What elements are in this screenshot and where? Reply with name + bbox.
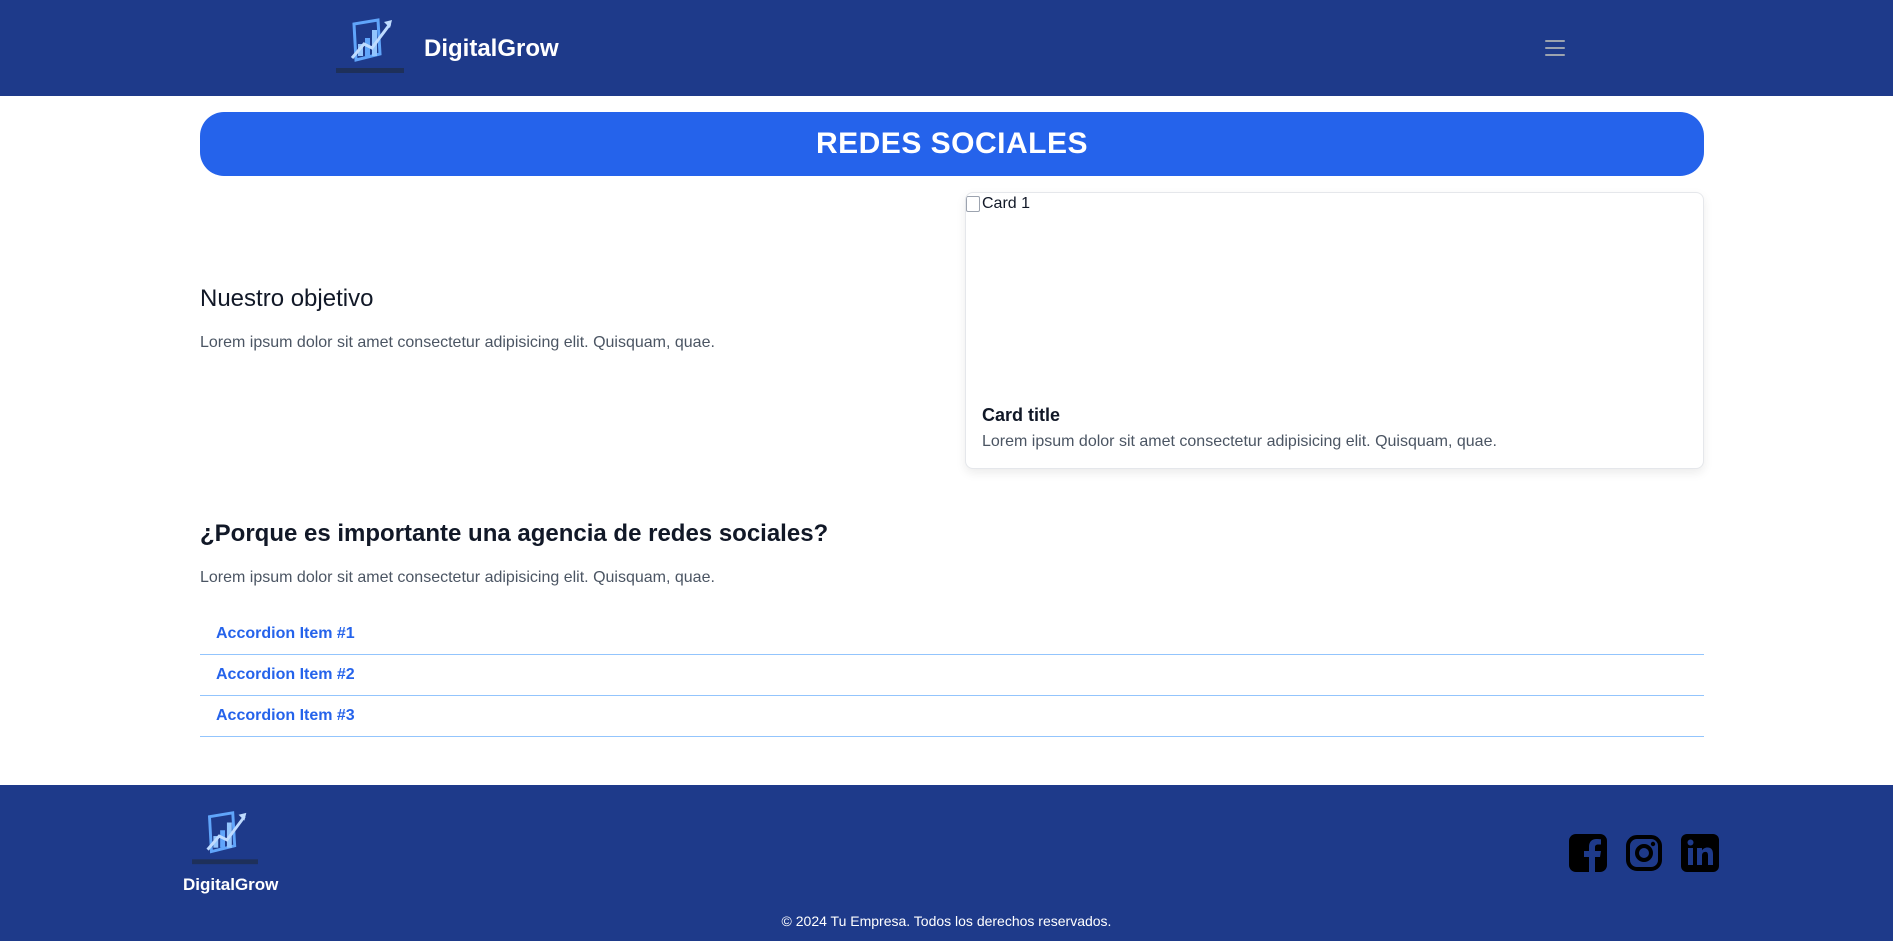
accordion-item-1[interactable]: Accordion Item #1: [200, 614, 1704, 655]
accordion-item-label[interactable]: Accordion Item #1: [216, 625, 355, 643]
objective-text: Lorem ipsum dolor sit amet consectetur a…: [200, 334, 715, 351]
facebook-icon[interactable]: [1568, 833, 1608, 873]
linkedin-icon[interactable]: [1680, 833, 1720, 873]
why-heading: ¿Porque es importante una agencia de red…: [200, 520, 829, 547]
growth-chart-logo-icon: [192, 811, 258, 865]
broken-image-icon: [966, 196, 980, 212]
navbar: DigitalGrow: [0, 0, 1893, 96]
why-text: Lorem ipsum dolor sit amet consectetur a…: [200, 569, 715, 586]
card-image: Card 1: [966, 195, 1030, 213]
copyright-text: © 2024 Tu Empresa. Todos los derechos re…: [781, 913, 1112, 929]
card-text: Lorem ipsum dolor sit amet consectetur a…: [982, 433, 1497, 450]
info-card: Card 1 Card title Lorem ipsum dolor sit …: [965, 192, 1704, 469]
card-title: Card title: [982, 405, 1061, 425]
footer: DigitalGrow © 2024 Tu Empresa. Todos los…: [0, 785, 1893, 941]
brand-name[interactable]: DigitalGrow: [424, 34, 559, 64]
footer-brand-name: DigitalGrow: [183, 875, 279, 894]
page-title: REDES SOCIALES: [815, 127, 1089, 160]
instagram-icon[interactable]: [1624, 833, 1664, 873]
accordion-item-2[interactable]: Accordion Item #2: [200, 655, 1704, 696]
accordion-item-3[interactable]: Accordion Item #3: [200, 696, 1704, 737]
accordion-item-label[interactable]: Accordion Item #2: [216, 666, 355, 684]
card-image-alt: Card 1: [982, 195, 1031, 212]
accordion-item-label[interactable]: Accordion Item #3: [216, 707, 355, 725]
growth-chart-logo-icon[interactable]: [334, 14, 406, 78]
page-banner: REDES SOCIALES: [200, 112, 1704, 176]
hamburger-menu-icon[interactable]: [1542, 36, 1570, 60]
objective-heading: Nuestro objetivo: [200, 285, 374, 312]
accordion: Accordion Item #1 Accordion Item #2 Acco…: [200, 614, 1704, 737]
